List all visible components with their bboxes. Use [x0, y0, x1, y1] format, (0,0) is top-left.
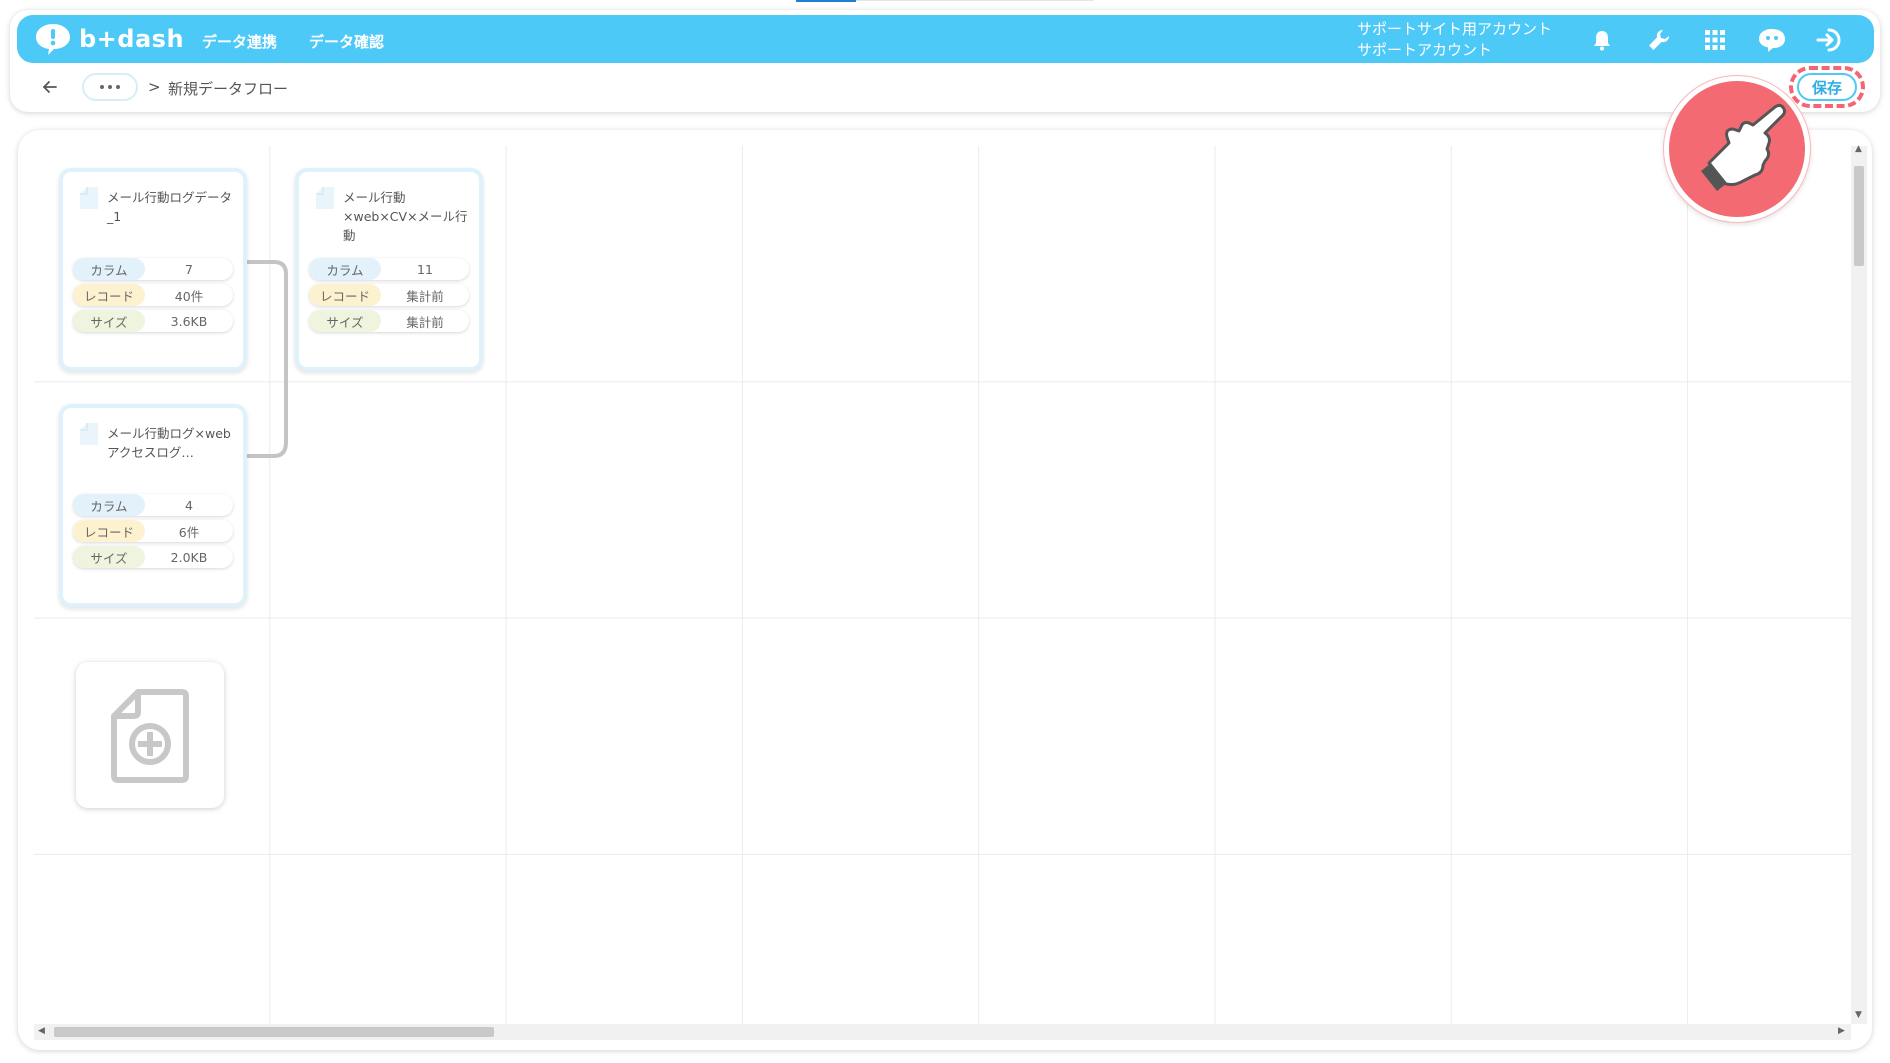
- vertical-scroll-thumb[interactable]: [1854, 166, 1864, 266]
- size-label: サイズ: [309, 310, 381, 332]
- dot-icon: [108, 85, 112, 89]
- column-value: 7: [185, 261, 193, 277]
- page-title: 新規データフロー: [168, 80, 289, 98]
- stat-row-record: レコード 6件: [73, 520, 233, 542]
- record-value: 集計前: [406, 288, 444, 304]
- stat-row-record: レコード 集計前: [309, 284, 469, 306]
- save-button[interactable]: 保存: [1797, 73, 1857, 101]
- horizontal-scroll-thumb[interactable]: [54, 1027, 494, 1037]
- logo[interactable]: b+dash: [33, 21, 184, 57]
- record-value: 40件: [174, 288, 204, 304]
- document-icon: [316, 187, 334, 209]
- add-document-icon: [111, 689, 189, 783]
- stat-row-column: カラム 4: [73, 494, 233, 516]
- nav-data-integration[interactable]: データ連携: [202, 31, 277, 52]
- document-icon: [80, 187, 98, 209]
- stat-row-size: サイズ 2.0KB: [73, 546, 233, 568]
- account-info[interactable]: サポートサイト用アカウント サポートアカウント: [1357, 19, 1552, 61]
- column-label: カラム: [309, 258, 381, 280]
- scroll-down-icon[interactable]: ▼: [1855, 1010, 1862, 1020]
- column-label: カラム: [73, 494, 145, 516]
- column-value: 11: [417, 261, 433, 277]
- stat-row-size: サイズ 3.6KB: [73, 310, 233, 332]
- logo-icon: [36, 24, 70, 55]
- size-label: サイズ: [73, 310, 145, 332]
- stat-row-column: カラム 11: [309, 258, 469, 280]
- grid-icon[interactable]: [1700, 25, 1730, 55]
- top-navbar: b+dash データ連携 データ確認 サポートサイト用アカウント サポートアカウ…: [17, 15, 1874, 63]
- account-user: サポートアカウント: [1357, 41, 1493, 59]
- add-data-button[interactable]: [76, 662, 224, 808]
- data-card-web-access[interactable]: メール行動ログ×webアクセスログ… カラム 4 レコード 6件 サイズ 2.0…: [59, 404, 247, 607]
- flow-canvas-grid[interactable]: メール行動ログデータ_1 カラム 7 レコード 40件 サイズ 3.6KB メー…: [34, 146, 1851, 1024]
- size-label: サイズ: [73, 546, 145, 568]
- size-value: 2.0KB: [170, 549, 208, 565]
- back-arrow-icon[interactable]: [40, 77, 60, 97]
- dot-icon: [100, 85, 104, 89]
- record-label: レコード: [73, 284, 145, 306]
- size-value: 集計前: [406, 314, 444, 330]
- breadcrumb-separator: >: [148, 78, 161, 96]
- tab-indicator-track: [856, 0, 1094, 1]
- card-title: メール行動×web×CV×メール行動: [343, 190, 468, 243]
- stat-row-column: カラム 7: [73, 258, 233, 280]
- logo-text: b+dash: [79, 25, 185, 53]
- chat-bot-icon[interactable]: [1757, 25, 1787, 55]
- breadcrumb-more-button[interactable]: [82, 73, 138, 101]
- stat-row-record: レコード 40件: [73, 284, 233, 306]
- scroll-up-icon[interactable]: ▲: [1855, 144, 1862, 154]
- scroll-right-icon[interactable]: ▶: [1838, 1026, 1845, 1036]
- horizontal-scrollbar[interactable]: ◀ ▶: [34, 1024, 1851, 1040]
- logout-icon[interactable]: [1814, 25, 1844, 55]
- size-value: 3.6KB: [170, 313, 208, 329]
- data-card-joined[interactable]: メール行動×web×CV×メール行動 カラム 11 レコード 集計前 サイズ 集…: [295, 168, 483, 371]
- scroll-left-icon[interactable]: ◀: [38, 1026, 45, 1036]
- column-label: カラム: [73, 258, 145, 280]
- bell-icon[interactable]: [1587, 25, 1617, 55]
- record-value: 6件: [178, 524, 200, 540]
- wrench-icon[interactable]: [1644, 25, 1674, 55]
- vertical-scrollbar[interactable]: ▲ ▼: [1851, 144, 1867, 1024]
- card-title: メール行動ログデータ_1: [107, 190, 233, 224]
- record-label: レコード: [73, 520, 145, 542]
- document-icon: [80, 423, 98, 445]
- nav-data-check[interactable]: データ確認: [309, 31, 384, 52]
- dot-icon: [116, 85, 120, 89]
- card-title: メール行動ログ×webアクセスログ…: [107, 426, 231, 460]
- account-name: サポートサイト用アカウント: [1357, 20, 1553, 38]
- stat-row-size: サイズ 集計前: [309, 310, 469, 332]
- column-value: 4: [185, 497, 193, 513]
- tab-indicator: [796, 0, 856, 2]
- tutorial-pointer: [1664, 76, 1810, 222]
- pointing-hand-icon: [1701, 103, 1787, 191]
- record-label: レコード: [309, 284, 381, 306]
- data-card-email-log[interactable]: メール行動ログデータ_1 カラム 7 レコード 40件 サイズ 3.6KB: [59, 168, 247, 371]
